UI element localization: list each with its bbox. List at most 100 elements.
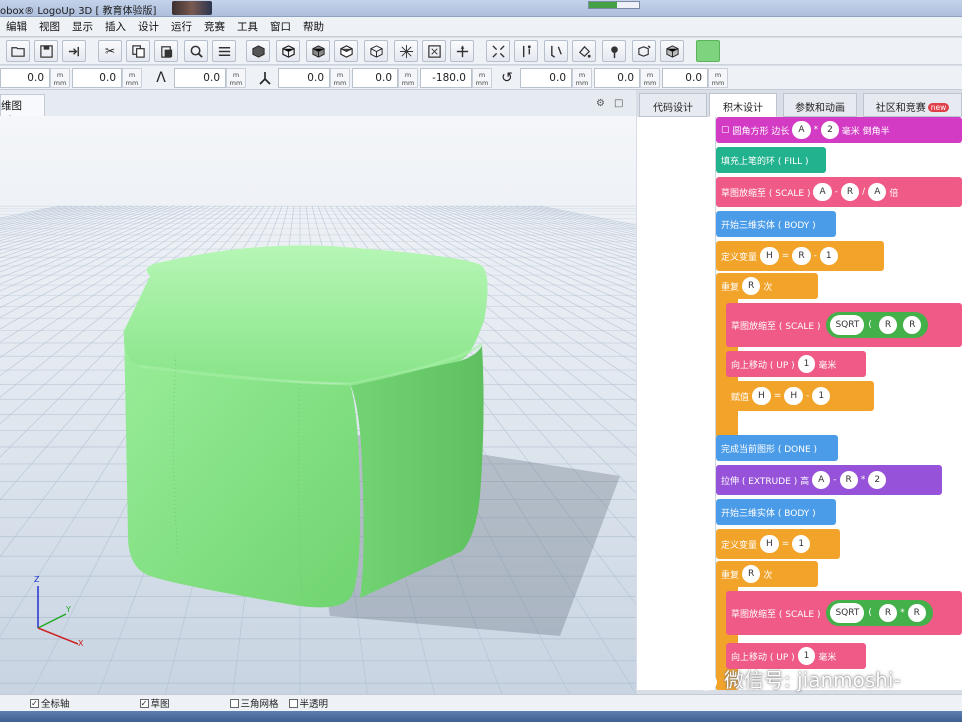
cube-side-icon[interactable] — [306, 40, 330, 62]
menu-help[interactable]: 帮助 — [297, 19, 330, 34]
settings-icon[interactable]: ⚙ — [596, 98, 605, 109]
copy-icon[interactable] — [126, 40, 150, 62]
wechat-icon — [681, 667, 717, 691]
menu-bar: 编辑 视图 显示 插入 设计 运行 竞赛 工具 窗口 帮助 — [0, 17, 962, 37]
angle-field[interactable]: 0.0 — [174, 68, 226, 88]
rot-z-field[interactable]: 0.0 — [662, 68, 708, 88]
unit-label: m mm — [226, 68, 246, 88]
open-icon[interactable] — [6, 40, 30, 62]
checkbox-box: ✓ — [30, 698, 39, 708]
checkbox-box — [288, 698, 298, 708]
cube-iso-icon[interactable] — [394, 40, 418, 62]
fit-icon[interactable] — [486, 40, 510, 62]
transform-row: 0.0 m mm 0.0 m mm Ʌ 0.0 m mm 0.0 m mm 0.0 mm… — [0, 66, 962, 90]
measure-icon[interactable] — [544, 40, 568, 62]
block-fill[interactable]: 填充上笔的环 ( FILL ) — [716, 147, 826, 173]
pin-icon[interactable] — [602, 40, 626, 62]
block-repeat[interactable]: 重复 R 次 — [716, 273, 818, 299]
unit-label: m mm — [330, 68, 350, 88]
tab-3d-graphics[interactable]: 维图形 — [0, 94, 45, 127]
rot-y-field[interactable]: 0.0 — [594, 68, 640, 88]
block-move-up[interactable]: 向上移动 ( UP ) 1 毫米 — [726, 351, 866, 377]
paint-icon[interactable] — [572, 40, 596, 62]
save-icon[interactable] — [34, 40, 58, 62]
block-done[interactable]: 完成当前图形 ( DONE ) — [716, 435, 838, 461]
checkbox-sketch[interactable]: ✓ 草图 — [139, 696, 170, 710]
block-define-var[interactable]: 定义变量 H = 1 — [716, 529, 840, 559]
unit-label: m mm — [572, 68, 592, 88]
pos-y-field[interactable]: 0.0 — [72, 68, 122, 88]
menu-insert[interactable]: 插入 — [99, 19, 132, 34]
menu-contest[interactable]: 竞赛 — [198, 19, 231, 34]
menu-window[interactable]: 窗口 — [264, 19, 297, 34]
coord-x-field[interactable]: 0.0 — [278, 68, 330, 88]
block-repeat[interactable]: 重复 R 次 — [716, 561, 818, 587]
status-bar: ✓ 全标轴 ✓ 草图 三角网格 半透明 — [0, 694, 962, 711]
menu-design[interactable]: 设计 — [132, 19, 165, 34]
sqrt-block[interactable]: SQRT(R * R — [826, 600, 933, 626]
toolbar: ✂ — [0, 38, 962, 65]
cube-front-icon[interactable] — [276, 40, 300, 62]
block-scale[interactable]: 草图放缩至 ( SCALE ) A - R / A 倍 — [716, 177, 962, 207]
block-scale-sqrt[interactable]: 草图放缩至 ( SCALE ) SQRT(R * R — [726, 591, 962, 635]
unit-label: m mm — [472, 68, 492, 88]
block-begin-body[interactable]: 开始三维实体 ( BODY ) — [716, 499, 836, 525]
svg-text:Z: Z — [34, 575, 40, 584]
frame-icon[interactable] — [422, 40, 446, 62]
import-icon[interactable] — [62, 40, 86, 62]
block-define-var[interactable]: 定义变量 H = R -1 — [716, 241, 884, 271]
rounded-cube[interactable] — [123, 245, 488, 608]
list-icon[interactable] — [212, 40, 236, 62]
svg-text:X: X — [78, 639, 84, 648]
menu-display[interactable]: 显示 — [66, 19, 99, 34]
block-extrude[interactable]: 拉伸 ( EXTRUDE ) 高 A - R * 2 — [716, 465, 942, 495]
block-palette[interactable] — [637, 117, 716, 690]
new-badge: new — [927, 103, 950, 112]
unit-label: m mm — [122, 68, 142, 88]
cube-top-icon[interactable] — [334, 40, 358, 62]
axes-icon[interactable] — [450, 40, 474, 62]
pos-x-field[interactable]: 0.0 — [0, 68, 50, 88]
unit-label: m mm — [398, 68, 418, 88]
svg-text:Y: Y — [65, 605, 71, 614]
coord-z-field[interactable]: -180.0 — [420, 68, 472, 88]
checkbox-box — [229, 698, 239, 708]
block-round-square[interactable]: ▢ 圆角方形 边长 A * 2 毫米 倒角半 — [716, 117, 962, 143]
tab-code-design[interactable]: 代码设计 — [639, 93, 707, 117]
find-icon[interactable] — [184, 40, 208, 62]
rot-x-field[interactable]: 0.0 — [520, 68, 572, 88]
menu-run[interactable]: 运行 — [165, 19, 198, 34]
unit-label: m mm — [708, 68, 728, 88]
cut-icon[interactable]: ✂ — [98, 40, 122, 62]
maximize-icon[interactable]: □ — [614, 98, 623, 109]
cube-edit-icon[interactable] — [632, 40, 656, 62]
tab-params-animation[interactable]: 参数和动画 — [783, 93, 857, 117]
checkbox-mesh[interactable]: 三角网格 — [229, 696, 279, 710]
cube-wire-icon[interactable] — [364, 40, 388, 62]
color-swatch[interactable] — [696, 40, 720, 62]
cube-solid-icon[interactable] — [660, 40, 684, 62]
tab-community-contest[interactable]: 社区和竞赛 new — [863, 93, 962, 117]
progress-bar — [588, 1, 640, 9]
menu-tools[interactable]: 工具 — [231, 19, 264, 34]
block-begin-body[interactable]: 开始三维实体 ( BODY ) — [716, 211, 836, 237]
block-scale-sqrt[interactable]: 草图放缩至 ( SCALE ) SQRT(R R — [726, 303, 962, 347]
checkbox-axes[interactable]: ✓ 全标轴 — [30, 696, 70, 710]
menu-view[interactable]: 视图 — [33, 19, 66, 34]
rotate-icon: ↺ — [501, 70, 513, 86]
coord-y-field[interactable]: 0.0 — [352, 68, 398, 88]
block-assign[interactable]: 赋值 H = H -1 — [726, 381, 874, 411]
block-workspace[interactable]: ▢ 圆角方形 边长 A * 2 毫米 倒角半 填充上笔的环 ( FILL ) 草图放缩… — [716, 117, 962, 690]
cube-view-icon[interactable] — [246, 40, 270, 62]
tab-block-design[interactable]: 积木设计 — [709, 93, 777, 117]
paste-icon[interactable] — [154, 40, 178, 62]
checkbox-transparent[interactable]: 半透明 — [288, 696, 328, 710]
axes-icon — [254, 68, 276, 88]
menu-edit[interactable]: 编辑 — [0, 19, 33, 34]
user-avatar[interactable] — [172, 1, 212, 15]
distance-icon[interactable] — [514, 40, 538, 62]
graphics-panel: 维图形 ⚙ □ — [0, 90, 636, 694]
3d-viewport[interactable]: Z Y X — [0, 116, 636, 694]
unit-label: m mm — [640, 68, 660, 88]
sqrt-block[interactable]: SQRT(R R — [826, 312, 929, 338]
